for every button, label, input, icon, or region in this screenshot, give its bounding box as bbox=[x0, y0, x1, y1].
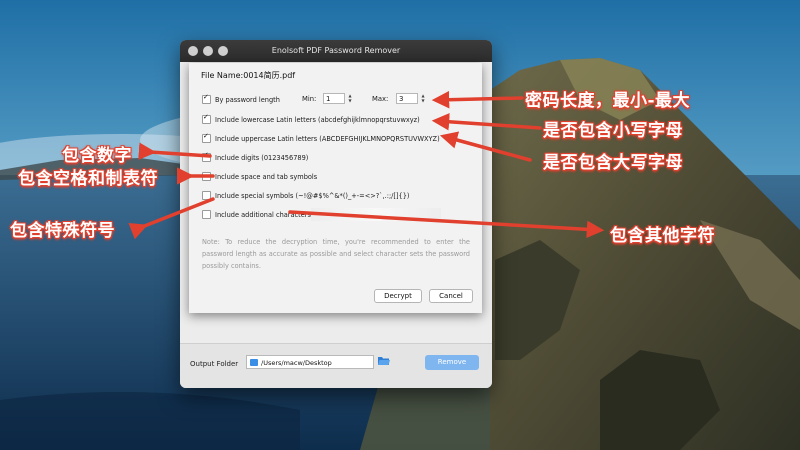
special-symbols-checkbox[interactable] bbox=[202, 191, 211, 200]
file-name-label: File Name: bbox=[201, 71, 244, 80]
lowercase-option[interactable]: Include lowercase Latin letters (abcdefg… bbox=[202, 113, 420, 124]
uppercase-label: Include uppercase Latin letters (ABCDEFG… bbox=[215, 134, 440, 143]
by-length-label: By password length bbox=[215, 95, 280, 104]
annotation-lowercase: 是否包含小写字母 bbox=[543, 121, 683, 141]
annotation-special: 包含特殊符号 bbox=[10, 221, 115, 241]
digits-label: Include digits (0123456789) bbox=[215, 153, 309, 162]
password-options-dialog: File Name:0014简历.pdf By password length … bbox=[189, 63, 482, 313]
additional-chars-option[interactable]: Include additional characters bbox=[202, 210, 311, 219]
additional-chars-label: Include additional characters bbox=[215, 210, 311, 219]
remove-button[interactable]: Remove bbox=[425, 355, 479, 370]
annotation-uppercase: 是否包含大写字母 bbox=[543, 153, 683, 173]
min-stepper[interactable]: ▲ ▼ bbox=[347, 93, 353, 104]
zoom-window-button[interactable] bbox=[218, 46, 228, 56]
special-symbols-option[interactable]: Include special symbols (~!@#$%^&*()_+-=… bbox=[202, 191, 410, 200]
close-window-button[interactable] bbox=[188, 46, 198, 56]
output-bar: Output Folder /Users/macw/Desktop Remove bbox=[180, 343, 492, 388]
max-stepper[interactable]: ▲ ▼ bbox=[420, 93, 426, 104]
space-tab-option[interactable]: Include space and tab symbols bbox=[202, 172, 317, 181]
output-folder-path: /Users/macw/Desktop bbox=[261, 359, 332, 367]
annotation-length: 密码长度，最小-最大 bbox=[525, 91, 691, 111]
min-length-input[interactable]: 1 bbox=[323, 93, 345, 104]
annotation-other: 包含其他字符 bbox=[610, 226, 715, 246]
uppercase-option[interactable]: Include uppercase Latin letters (ABCDEFG… bbox=[202, 132, 440, 143]
file-name-row: File Name:0014简历.pdf bbox=[201, 70, 295, 81]
digits-checkbox[interactable] bbox=[202, 151, 211, 162]
window-titlebar[interactable]: Enolsoft PDF Password Remover bbox=[180, 40, 492, 62]
cancel-button[interactable]: Cancel bbox=[429, 289, 473, 303]
lowercase-label: Include lowercase Latin letters (abcdefg… bbox=[215, 115, 420, 124]
decrypt-button[interactable]: Decrypt bbox=[374, 289, 422, 303]
by-length-checkbox[interactable] bbox=[202, 93, 211, 104]
folder-icon bbox=[250, 359, 258, 366]
space-tab-label: Include space and tab symbols bbox=[215, 172, 318, 181]
file-name-value: 0014简历.pdf bbox=[243, 71, 296, 80]
special-symbols-label: Include special symbols (~!@#$%^&*()_+-=… bbox=[215, 191, 410, 200]
minimize-window-button[interactable] bbox=[203, 46, 213, 56]
additional-chars-input[interactable] bbox=[311, 208, 441, 221]
window-title: Enolsoft PDF Password Remover bbox=[271, 46, 401, 55]
note-text: Note: To reduce the decryption time, you… bbox=[202, 238, 470, 270]
max-length-input[interactable]: 3 bbox=[396, 93, 418, 104]
digits-option[interactable]: Include digits (0123456789) bbox=[202, 151, 309, 162]
output-folder-field[interactable]: /Users/macw/Desktop bbox=[246, 355, 374, 369]
open-folder-icon[interactable] bbox=[378, 356, 390, 366]
max-label: Max: bbox=[372, 95, 389, 103]
space-tab-checkbox[interactable] bbox=[202, 172, 211, 181]
min-label: Min: bbox=[302, 95, 317, 103]
additional-chars-checkbox[interactable] bbox=[202, 210, 211, 219]
annotation-space-tab: 包含空格和制表符 bbox=[18, 169, 158, 189]
output-folder-label: Output Folder bbox=[190, 360, 239, 368]
lowercase-checkbox[interactable] bbox=[202, 113, 211, 124]
by-length-row[interactable]: By password length bbox=[202, 93, 280, 104]
annotation-digits: 包含数字 bbox=[62, 146, 132, 166]
uppercase-checkbox[interactable] bbox=[202, 132, 211, 143]
